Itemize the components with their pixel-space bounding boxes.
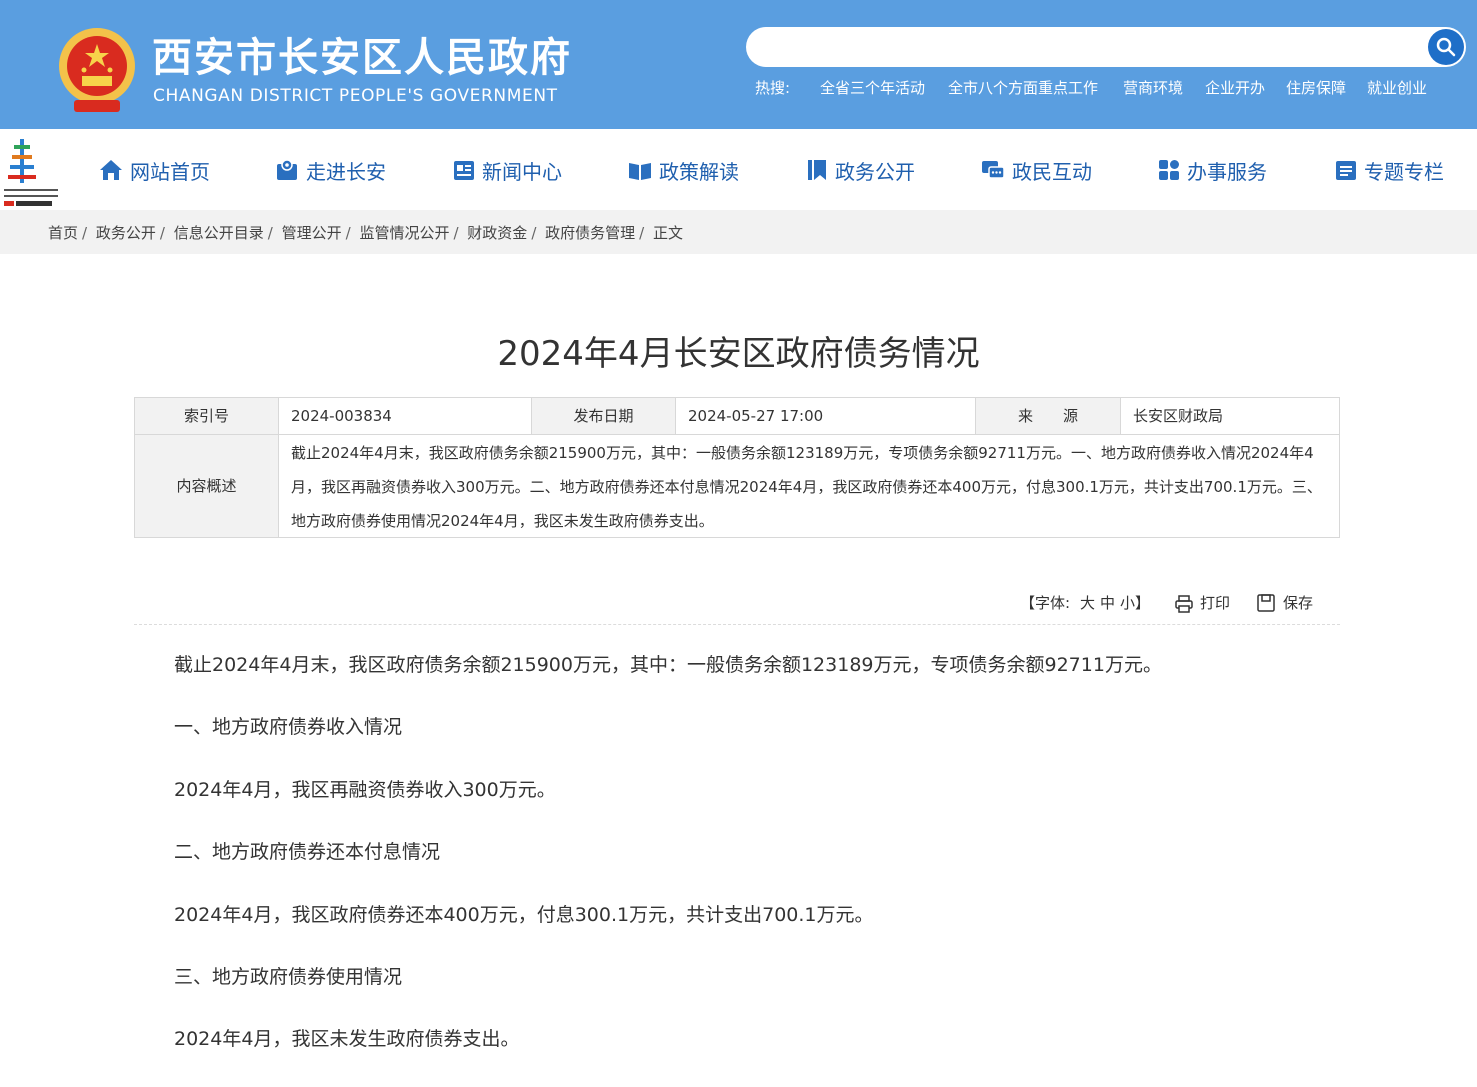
save-button[interactable]: 保存: [1283, 592, 1313, 613]
summary-label: 内容概述: [135, 435, 279, 537]
nav-item-label: 走进长安: [306, 159, 386, 184]
source-value: 长安区财政局: [1133, 407, 1224, 425]
nav-item-home[interactable]: 网站首页: [98, 155, 210, 185]
body-paragraph: 2024年4月，我区再融资债券收入300万元。: [174, 778, 556, 801]
nav-item-special[interactable]: 专题专栏: [1334, 155, 1444, 185]
index-label: 索引号: [135, 398, 279, 434]
list-icon: [1336, 161, 1356, 180]
nav-item-label: 政策解读: [659, 159, 739, 184]
hot-link[interactable]: 全市八个方面重点工作: [948, 77, 1098, 98]
body-heading: 三、地方政府债券使用情况: [174, 965, 403, 988]
index-value: 2024-003834: [279, 398, 532, 434]
nav-item-services[interactable]: 办事服务: [1157, 155, 1267, 185]
hot-link[interactable]: 企业开办: [1205, 77, 1265, 98]
article-body: 截止2024年4月末，我区政府债务余额215900万元，其中：一般债务余额123…: [174, 650, 1314, 1087]
pagoda-logo-icon: [4, 133, 60, 207]
date-label: 发布日期: [532, 398, 676, 434]
search-button[interactable]: [1428, 29, 1464, 65]
nav-item-policy[interactable]: 政策解读: [627, 155, 739, 185]
body-paragraph: 2024年4月，我区未发生政府债券支出。: [174, 1028, 520, 1051]
search-input[interactable]: [764, 35, 1408, 61]
book-icon: [629, 163, 651, 180]
hot-link[interactable]: 住房保障: [1286, 77, 1346, 98]
chat-icon: [982, 161, 1005, 179]
nav-item-about[interactable]: 走进长安: [274, 155, 386, 185]
breadcrumb-link[interactable]: 财政资金: [467, 224, 527, 242]
home-icon: [100, 160, 122, 180]
search-icon: [1436, 37, 1456, 57]
nav-item-label: 网站首页: [130, 159, 210, 184]
site-subtitle: CHANGAN DISTRICT PEOPLE'S GOVERNMENT: [153, 86, 558, 106]
divider: [134, 624, 1340, 625]
news-icon: [454, 161, 474, 180]
date-value: 2024-05-27 17:00: [676, 398, 976, 434]
nav-item-label: 新闻中心: [482, 159, 562, 184]
nav-item-label: 专题专栏: [1364, 159, 1444, 184]
body-heading: 一、地方政府债券收入情况: [174, 716, 403, 739]
breadcrumb-current: 正文: [653, 224, 684, 242]
map-icon: [277, 159, 297, 180]
source-label: 来 源: [976, 398, 1121, 434]
breadcrumb-link[interactable]: 政务公开: [96, 224, 156, 242]
font-size-label: 【字体:: [1020, 594, 1071, 612]
site-title: 西安市长安区人民政府: [152, 34, 572, 81]
summary-value: 截止2024年4月末，我区政府债务余额215900万元，其中：一般债务余额123…: [291, 444, 1322, 530]
main-nav: 网站首页 走进长安 新闻中心 政策解读 政务公开 政民互动 办事服务 专题专栏: [0, 129, 1477, 210]
grid-icon: [1159, 160, 1179, 180]
national-emblem-icon: [54, 26, 140, 116]
body-paragraph: 2024年4月，我区政府债券还本400万元，付息300.1万元，共计支出700.…: [174, 903, 874, 926]
breadcrumb-link[interactable]: 监管情况公开: [359, 224, 449, 242]
hot-link[interactable]: 营商环境: [1123, 77, 1183, 98]
font-large-button[interactable]: 大: [1080, 592, 1095, 613]
article-meta-table: 索引号 2024-003834 发布日期 2024-05-27 17:00 来 …: [134, 397, 1340, 538]
bookmark-icon: [808, 160, 826, 180]
breadcrumb-link[interactable]: 信息公开目录: [174, 224, 264, 242]
print-icon[interactable]: [1174, 594, 1194, 618]
save-icon[interactable]: [1256, 593, 1276, 617]
page-title: 2024年4月长安区政府债务情况: [497, 334, 980, 374]
hot-link[interactable]: 全省三个年活动: [820, 77, 925, 98]
nav-item-label: 政务公开: [835, 159, 915, 184]
search-bar: [746, 27, 1466, 67]
breadcrumb-link[interactable]: 首页: [48, 224, 78, 242]
hot-link[interactable]: 就业创业: [1367, 77, 1427, 98]
site-header: 西安市长安区人民政府 CHANGAN DISTRICT PEOPLE'S GOV…: [0, 0, 1477, 129]
body-heading: 二、地方政府债券还本付息情况: [174, 841, 441, 864]
breadcrumb-link[interactable]: 政府债务管理: [545, 224, 635, 242]
breadcrumb-link[interactable]: 管理公开: [282, 224, 342, 242]
nav-item-news[interactable]: 新闻中心: [452, 155, 562, 185]
body-paragraph: 截止2024年4月末，我区政府债务余额215900万元，其中：一般债务余额123…: [174, 654, 1162, 676]
nav-item-label: 政民互动: [1012, 159, 1092, 184]
font-medium-button[interactable]: 中: [1100, 592, 1115, 613]
nav-item-label: 办事服务: [1187, 159, 1267, 184]
breadcrumb: 首页 / 政务公开 / 信息公开目录 / 管理公开 / 监管情况公开 / 财政资金 / 政府…: [0, 210, 1477, 254]
font-small-button[interactable]: 小】: [1120, 592, 1150, 613]
nav-item-interaction[interactable]: 政民互动: [980, 155, 1092, 185]
nav-item-open-gov[interactable]: 政务公开: [805, 155, 915, 185]
print-button[interactable]: 打印: [1200, 592, 1230, 613]
hot-search-label: 热搜:: [755, 79, 791, 97]
